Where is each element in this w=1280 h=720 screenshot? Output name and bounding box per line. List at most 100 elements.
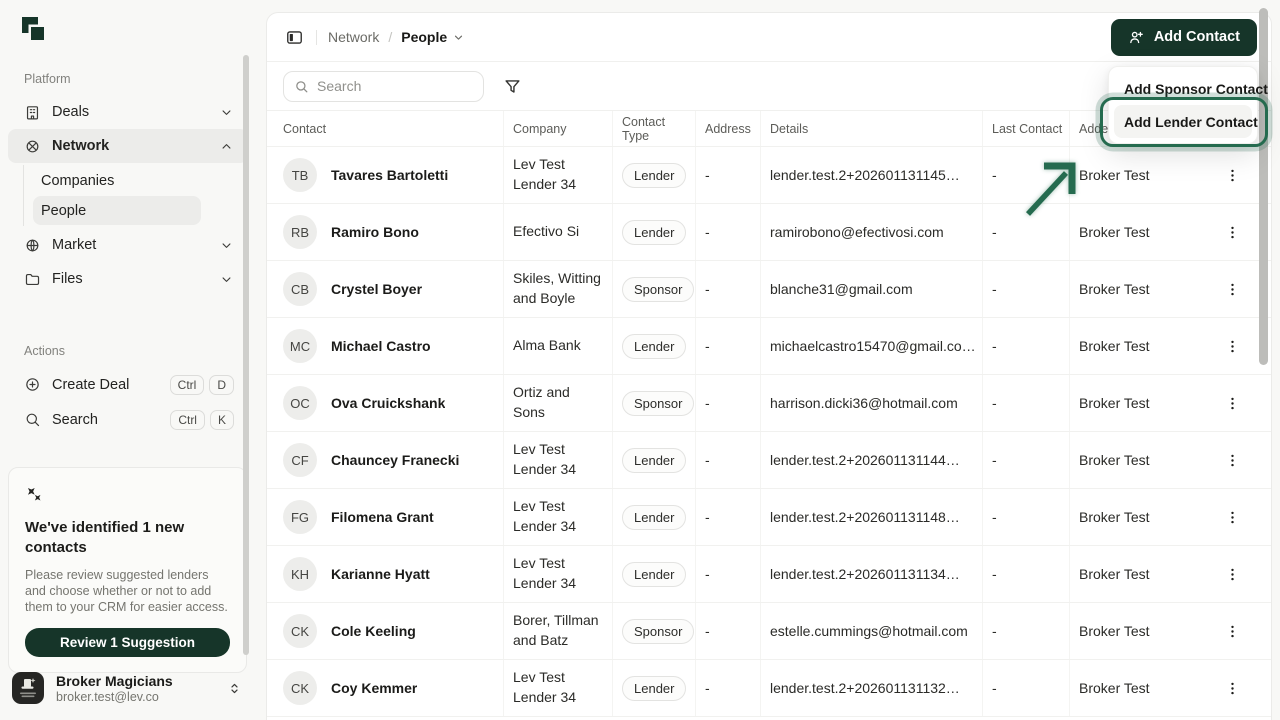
contact-cell: CBCrystel Boyer: [283, 261, 503, 317]
company-name: Lev Test Lender 34: [513, 497, 612, 536]
row-menu-button[interactable]: [1219, 618, 1245, 644]
contact-name: Karianne Hyatt: [331, 566, 430, 582]
sidebar-action-label: Create Deal: [52, 377, 159, 393]
suggestion-title: We've identified 1 new contacts: [25, 518, 230, 559]
company-name: Alma Bank: [513, 336, 589, 356]
details-cell: lender.test.2+202601131145…: [760, 147, 982, 203]
last-contact-cell: -: [982, 204, 1069, 260]
details-value: ramirobono@efectivosi.com: [770, 224, 944, 240]
contact-type-cell: Lender: [612, 318, 695, 374]
last-contact-cell: -: [982, 318, 1069, 374]
contact-type-badge: Lender: [622, 505, 686, 530]
breadcrumb-separator: /: [388, 29, 392, 45]
table-row[interactable]: TBTavares BartolettiLev Test Lender 34Le…: [267, 147, 1271, 204]
row-actions-cell: [1219, 432, 1255, 488]
sidebar-item-people[interactable]: People: [33, 196, 201, 225]
row-actions-cell: [1219, 261, 1255, 317]
row-menu-button[interactable]: [1219, 276, 1245, 302]
contact-avatar: FG: [283, 500, 317, 534]
kebab-icon: [1224, 566, 1241, 583]
contact-type-badge: Lender: [622, 220, 686, 245]
address-value: -: [705, 680, 710, 696]
filter-button[interactable]: [497, 71, 527, 101]
add-contact-button[interactable]: Add Contact: [1111, 19, 1257, 56]
sidebar-scrollbar-thumb[interactable]: [243, 55, 249, 655]
added-by-value: Broker Test: [1079, 281, 1150, 297]
menu-item-add-sponsor-contact[interactable]: Add Sponsor Contact: [1114, 72, 1252, 105]
breadcrumb-network[interactable]: Network: [328, 29, 379, 45]
sidebar-item-market[interactable]: Market: [8, 228, 248, 262]
company-name: Lev Test Lender 34: [513, 554, 612, 593]
company-cell: Alma Bank: [503, 318, 612, 374]
address-cell: -: [695, 318, 760, 374]
sidebar-item-companies[interactable]: Companies: [33, 166, 201, 196]
kebab-icon: [1224, 167, 1241, 184]
row-menu-button[interactable]: [1219, 219, 1245, 245]
contact-type-cell: Lender: [612, 432, 695, 488]
sidebar-item-label: Market: [52, 237, 208, 253]
row-menu-button[interactable]: [1219, 504, 1245, 530]
review-suggestion-button[interactable]: Review 1 Suggestion: [25, 628, 230, 657]
last-contact-value: -: [992, 281, 997, 297]
company-name: Lev Test Lender 34: [513, 440, 612, 479]
table-row[interactable]: FGFilomena GrantLev Test Lender 34Lender…: [267, 489, 1271, 546]
address-cell: -: [695, 204, 760, 260]
address-value: -: [705, 623, 710, 639]
main-scrollbar-thumb[interactable]: [1259, 8, 1268, 365]
contact-avatar: CK: [283, 671, 317, 705]
table-row[interactable]: CKCoy KemmerLev Test Lender 34Lender-len…: [267, 660, 1271, 717]
app-logo-icon[interactable]: [22, 17, 48, 43]
table-row[interactable]: KHKarianne HyattLev Test Lender 34Lender…: [267, 546, 1271, 603]
last-contact-cell: -: [982, 603, 1069, 659]
menu-item-add-lender-contact[interactable]: Add Lender Contact: [1114, 105, 1252, 138]
table-row[interactable]: CKCole KeelingBorer, Tillman and BatzSpo…: [267, 603, 1271, 660]
kebab-icon: [1224, 395, 1241, 412]
breadcrumb-page-label: People: [401, 29, 447, 45]
row-menu-button[interactable]: [1219, 675, 1245, 701]
account-switcher[interactable]: Broker Magicians broker.test@lev.co: [0, 662, 266, 720]
added-by-value: Broker Test: [1079, 566, 1150, 582]
table-row[interactable]: RBRamiro BonoEfectivo SiLender-ramirobon…: [267, 204, 1271, 261]
last-contact-value: -: [992, 509, 997, 525]
kebab-icon: [1224, 338, 1241, 355]
sidebar-action-create-deal[interactable]: Create DealCtrlD: [8, 367, 248, 402]
row-menu-button[interactable]: [1219, 561, 1245, 587]
sidebar-item-network[interactable]: Network: [8, 129, 248, 163]
added-by-cell: Broker Test: [1069, 660, 1219, 716]
contact-type-badge: Lender: [622, 448, 686, 473]
app-root: Platform DealsNetworkCompaniesPeopleMark…: [0, 0, 1280, 720]
row-menu-button[interactable]: [1219, 333, 1245, 359]
table-row[interactable]: MCMichael CastroAlma BankLender-michaelc…: [267, 318, 1271, 375]
details-value: lender.test.2+202601131148…: [770, 509, 960, 525]
added-by-cell: Broker Test: [1069, 432, 1219, 488]
last-contact-cell: -: [982, 432, 1069, 488]
added-by-value: Broker Test: [1079, 452, 1150, 468]
added-by-cell: Broker Test: [1069, 261, 1219, 317]
search-input[interactable]: [317, 78, 467, 94]
contact-name: Cole Keeling: [331, 623, 416, 639]
last-contact-value: -: [992, 167, 997, 183]
row-menu-button[interactable]: [1219, 447, 1245, 473]
table-row[interactable]: OCOva CruickshankOrtiz and SonsSponsor-h…: [267, 375, 1271, 432]
contact-name: Michael Castro: [331, 338, 431, 354]
address-cell: -: [695, 147, 760, 203]
contact-avatar: TB: [283, 158, 317, 192]
sidebar-toggle-button[interactable]: [279, 22, 309, 52]
row-menu-button[interactable]: [1219, 390, 1245, 416]
sidebar-item-deals[interactable]: Deals: [8, 95, 248, 129]
topbar: Network / People Add Contact: [267, 13, 1271, 62]
sidebar-item-files[interactable]: Files: [8, 262, 248, 296]
sidebar-item-label: Network: [52, 138, 208, 154]
sidebar-action-search[interactable]: SearchCtrlK: [8, 402, 248, 437]
contact-cell: OCOva Cruickshank: [283, 375, 503, 431]
added-by-value: Broker Test: [1079, 338, 1150, 354]
table-row[interactable]: CFChauncey FraneckiLev Test Lender 34Len…: [267, 432, 1271, 489]
company-name: Ortiz and Sons: [513, 383, 612, 422]
contact-type-badge: Sponsor: [622, 277, 694, 302]
table-row[interactable]: CBCrystel BoyerSkiles, Witting and Boyle…: [267, 261, 1271, 318]
breadcrumb-people[interactable]: People: [401, 29, 465, 45]
address-value: -: [705, 566, 710, 582]
account-name: Broker Magicians: [56, 673, 227, 689]
kebab-icon: [1224, 509, 1241, 526]
row-menu-button[interactable]: [1219, 162, 1245, 188]
